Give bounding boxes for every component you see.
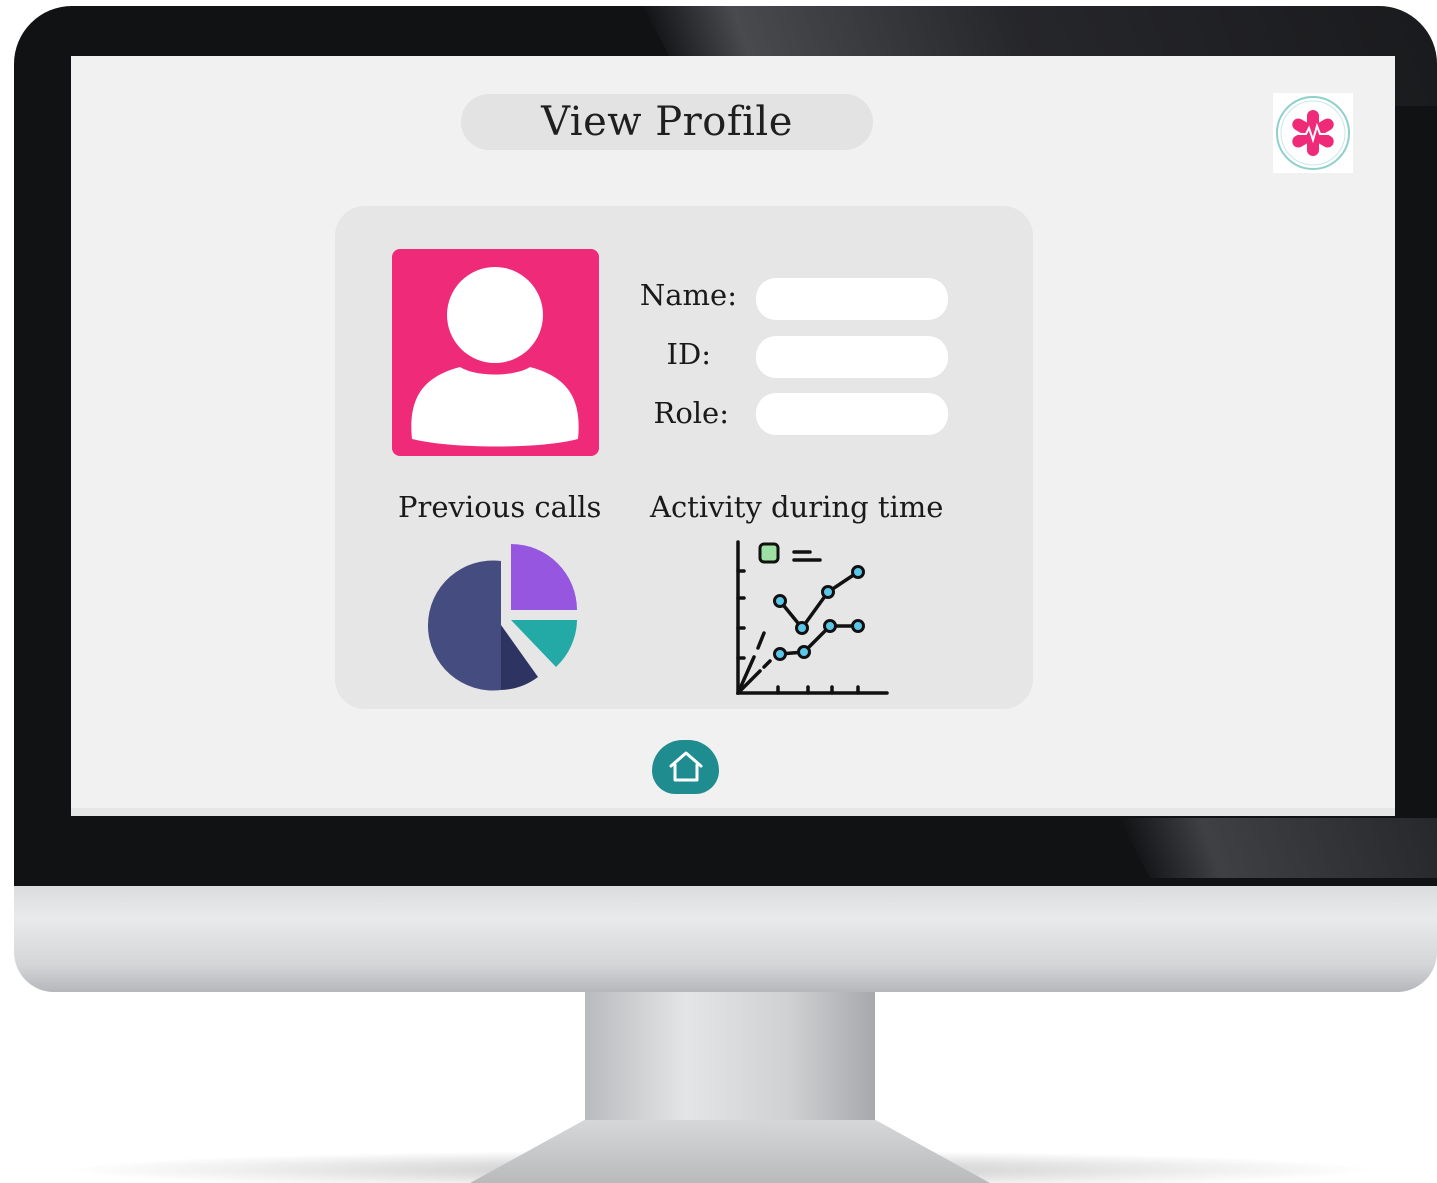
monitor-stand-base <box>470 1120 990 1183</box>
activity-label: Activity during time <box>650 490 944 524</box>
user-avatar-icon <box>411 267 579 447</box>
previous-calls-label: Previous calls <box>398 490 602 524</box>
line-chart-icon <box>736 540 889 695</box>
activity-chart-button[interactable] <box>730 536 900 701</box>
home-button[interactable] <box>652 740 719 794</box>
screen-bottom-edge <box>71 808 1395 816</box>
profile-card: Name: ID: Role: Previous calls Activity … <box>335 206 1033 709</box>
name-label: Name: <box>639 278 737 312</box>
monitor-mockup: View Profile Name: ID: Role: Previous ca… <box>0 0 1437 1183</box>
page-title: View Profile <box>461 94 873 150</box>
medical-star-icon <box>1276 96 1350 170</box>
pie-chart-icon <box>427 544 577 691</box>
profile-avatar[interactable] <box>392 249 599 456</box>
id-label: ID: <box>666 337 711 371</box>
previous-calls-button[interactable] <box>425 540 585 700</box>
app-logo[interactable] <box>1273 93 1353 173</box>
id-field[interactable] <box>756 336 948 378</box>
monitor-stand <box>585 990 875 1130</box>
app-screen: View Profile Name: ID: Role: Previous ca… <box>71 56 1395 816</box>
role-label: Role: <box>653 396 729 430</box>
name-field[interactable] <box>756 278 948 320</box>
home-icon <box>669 751 702 782</box>
bezel-reflection-lower <box>1118 818 1437 878</box>
role-field[interactable] <box>756 393 948 435</box>
